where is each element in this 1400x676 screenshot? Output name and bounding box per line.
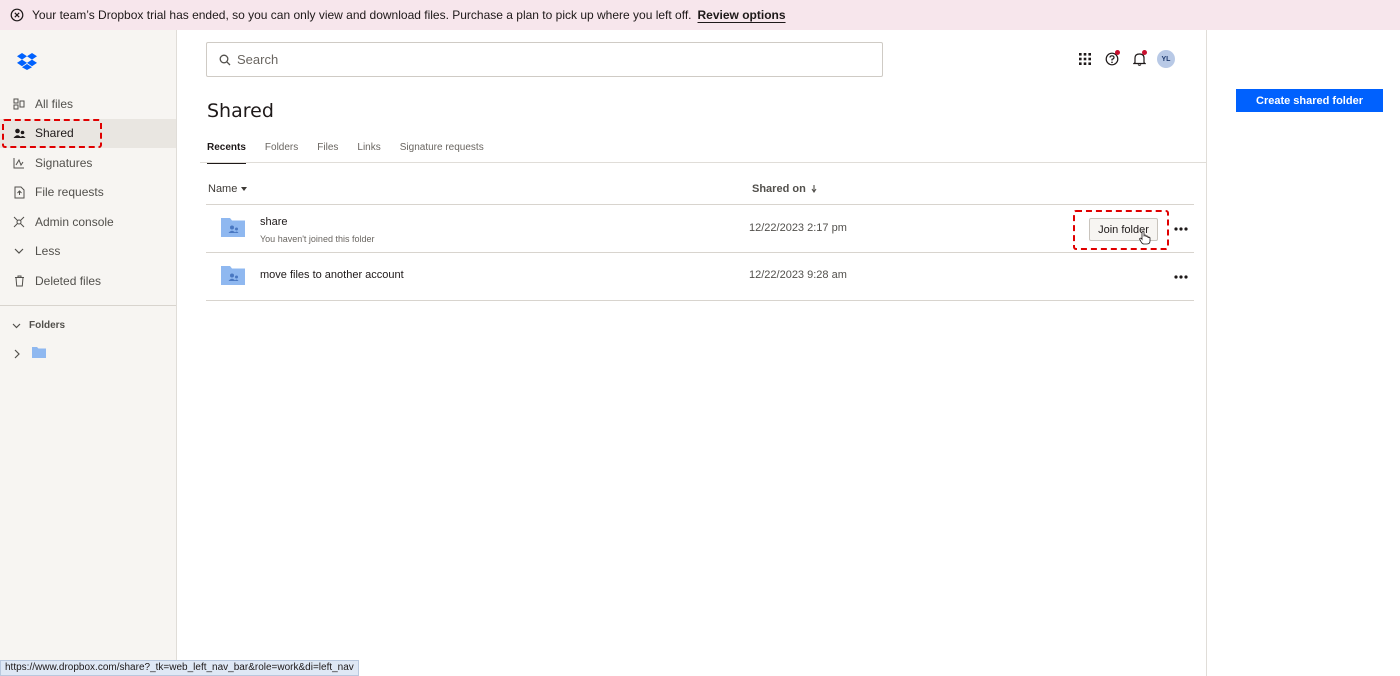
search-icon bbox=[219, 54, 231, 66]
more-options-icon[interactable] bbox=[1174, 225, 1190, 233]
user-avatar[interactable]: YL bbox=[1157, 50, 1175, 68]
table-row[interactable]: share You haven't joined this folder 12/… bbox=[206, 205, 1194, 252]
file-name[interactable]: move files to another account bbox=[260, 269, 404, 281]
column-header-shared-on[interactable]: Shared on bbox=[752, 183, 817, 195]
help-notification-dot bbox=[1115, 50, 1120, 55]
sidebar-item-label: Signatures bbox=[35, 155, 93, 170]
all-files-icon bbox=[12, 97, 26, 111]
chevron-down-icon bbox=[12, 323, 21, 329]
bell-notification-dot bbox=[1142, 50, 1147, 55]
sidebar-item-less[interactable]: Less bbox=[0, 237, 176, 267]
sidebar-nav: All files Shared Signatures File request… bbox=[0, 89, 176, 296]
more-options-icon[interactable] bbox=[1174, 273, 1190, 281]
sort-arrow-down-icon bbox=[811, 185, 817, 193]
hand-cursor-icon bbox=[1139, 231, 1151, 245]
sidebar-item-deleted-files[interactable]: Deleted files bbox=[0, 266, 176, 296]
notification-bell-icon[interactable] bbox=[1130, 50, 1148, 68]
column-header-label: Name bbox=[208, 183, 238, 195]
sidebar-item-shared[interactable]: Shared bbox=[0, 118, 176, 148]
tab-folders[interactable]: Folders bbox=[265, 142, 298, 164]
folder-icon bbox=[32, 345, 46, 363]
tab-signature-requests[interactable]: Signature requests bbox=[400, 142, 484, 164]
page-title: Shared bbox=[207, 100, 274, 122]
sidebar-item-all-files[interactable]: All files bbox=[0, 89, 176, 119]
column-header-name[interactable]: Name bbox=[208, 183, 248, 195]
shared-on-date: 12/22/2023 2:17 pm bbox=[749, 222, 847, 234]
admin-icon bbox=[12, 215, 26, 229]
folders-section-toggle[interactable]: Folders bbox=[12, 320, 65, 331]
create-shared-folder-button[interactable]: Create shared folder bbox=[1236, 89, 1383, 112]
shared-folder-icon bbox=[221, 217, 245, 237]
right-panel-divider bbox=[1206, 30, 1207, 676]
file-request-icon bbox=[12, 185, 26, 199]
trial-ended-banner: Your team’s Dropbox trial has ended, so … bbox=[0, 0, 1400, 30]
sidebar-item-label: Shared bbox=[35, 126, 74, 141]
search-input[interactable] bbox=[237, 52, 837, 67]
chevron-down-icon bbox=[12, 244, 26, 258]
help-icon[interactable] bbox=[1103, 50, 1121, 68]
tab-files[interactable]: Files bbox=[317, 142, 338, 164]
banner-message: Your team’s Dropbox trial has ended, so … bbox=[32, 8, 692, 22]
dropbox-logo-icon[interactable] bbox=[16, 52, 38, 70]
close-circle-icon[interactable] bbox=[10, 8, 24, 22]
sidebar-item-label: All files bbox=[35, 96, 74, 111]
shared-on-date: 12/22/2023 9:28 am bbox=[749, 269, 847, 281]
sidebar-item-admin-console[interactable]: Admin console bbox=[0, 207, 176, 237]
folders-heading: Folders bbox=[29, 320, 66, 331]
table-row[interactable]: move files to another account 12/22/2023… bbox=[206, 253, 1194, 300]
sidebar-item-label: Deleted files bbox=[35, 273, 102, 288]
signature-icon bbox=[12, 156, 26, 170]
tabs-divider bbox=[200, 162, 1206, 163]
folder-tree-item[interactable] bbox=[14, 345, 46, 363]
row-divider bbox=[206, 300, 1194, 301]
sidebar-item-signatures[interactable]: Signatures bbox=[0, 148, 176, 178]
sidebar-item-label: File requests bbox=[35, 185, 104, 200]
shared-tabs: Recents Folders Files Links Signature re… bbox=[207, 142, 503, 164]
file-name[interactable]: share bbox=[260, 216, 288, 228]
app-grid-icon[interactable] bbox=[1076, 50, 1094, 68]
review-options-link[interactable]: Review options bbox=[698, 8, 786, 22]
header-actions: YL bbox=[1076, 50, 1175, 68]
sidebar-item-label: Less bbox=[35, 244, 61, 259]
column-header-label: Shared on bbox=[752, 183, 806, 195]
search-bar[interactable] bbox=[206, 42, 883, 77]
status-bar-url: https://www.dropbox.com/share?_tk=web_le… bbox=[0, 660, 359, 676]
sidebar-divider bbox=[0, 305, 176, 306]
sidebar-item-label: Admin console bbox=[35, 214, 114, 229]
chevron-right-icon[interactable] bbox=[14, 349, 24, 359]
shared-icon bbox=[12, 126, 26, 140]
sidebar-item-file-requests[interactable]: File requests bbox=[0, 178, 176, 208]
file-subtitle: You haven't joined this folder bbox=[260, 234, 375, 244]
sort-caret-down-icon bbox=[241, 187, 248, 191]
tab-recents[interactable]: Recents bbox=[207, 142, 246, 164]
trash-icon bbox=[12, 274, 26, 288]
tab-links[interactable]: Links bbox=[357, 142, 380, 164]
left-sidebar: All files Shared Signatures File request… bbox=[0, 30, 177, 676]
shared-folder-icon bbox=[221, 265, 245, 285]
